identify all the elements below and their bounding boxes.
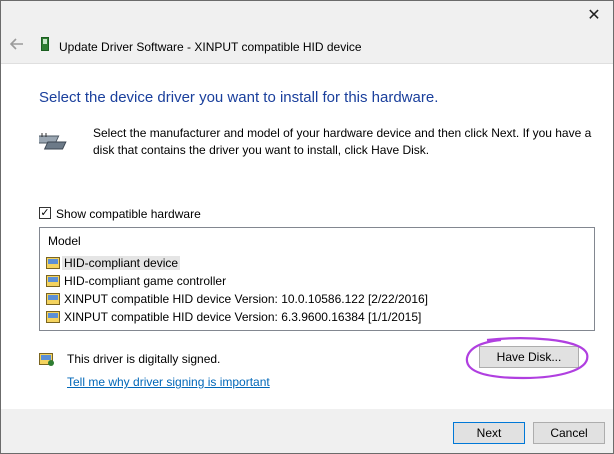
driver-icon xyxy=(46,275,60,287)
show-compatible-checkbox[interactable]: ✓ xyxy=(39,207,51,219)
dialog-header: Update Driver Software - XINPUT compatib… xyxy=(1,31,613,64)
list-item-label: HID-compliant game controller xyxy=(64,274,227,288)
intro-text: Select the manufacturer and model of you… xyxy=(93,126,592,157)
signed-status-text: This driver is digitally signed. xyxy=(67,352,221,366)
driver-signing-link[interactable]: Tell me why driver signing is important xyxy=(67,375,270,389)
dialog-title: Update Driver Software - XINPUT compatib… xyxy=(59,40,362,54)
cancel-button[interactable]: Cancel xyxy=(533,422,605,444)
model-listbox[interactable]: Model HID-compliant device HID-compliant… xyxy=(39,227,595,331)
driver-icon xyxy=(46,257,60,269)
dialog-window: ✕ Update Driver Software - XINPUT compat… xyxy=(0,0,614,454)
back-arrow-icon[interactable] xyxy=(10,37,24,51)
list-item-label: XINPUT compatible HID device Version: 10… xyxy=(64,292,429,306)
dialog-footer: Next Cancel xyxy=(1,409,613,453)
next-button[interactable]: Next xyxy=(453,422,525,444)
title-bar: ✕ xyxy=(1,1,613,31)
device-icon xyxy=(41,37,49,51)
have-disk-button[interactable]: Have Disk... xyxy=(479,346,579,368)
driver-icon xyxy=(46,293,60,305)
signed-driver-icon xyxy=(39,353,54,366)
list-item-label: HID-compliant device xyxy=(62,256,181,270)
hardware-icon xyxy=(39,133,67,150)
list-item-label: XINPUT compatible HID device Version: 6.… xyxy=(64,310,422,324)
page-heading: Select the device driver you want to ins… xyxy=(39,89,439,106)
list-header-model: Model xyxy=(48,234,81,248)
show-compatible-label: Show compatible hardware xyxy=(56,207,201,221)
close-icon[interactable]: ✕ xyxy=(583,5,605,27)
driver-icon xyxy=(46,311,60,323)
